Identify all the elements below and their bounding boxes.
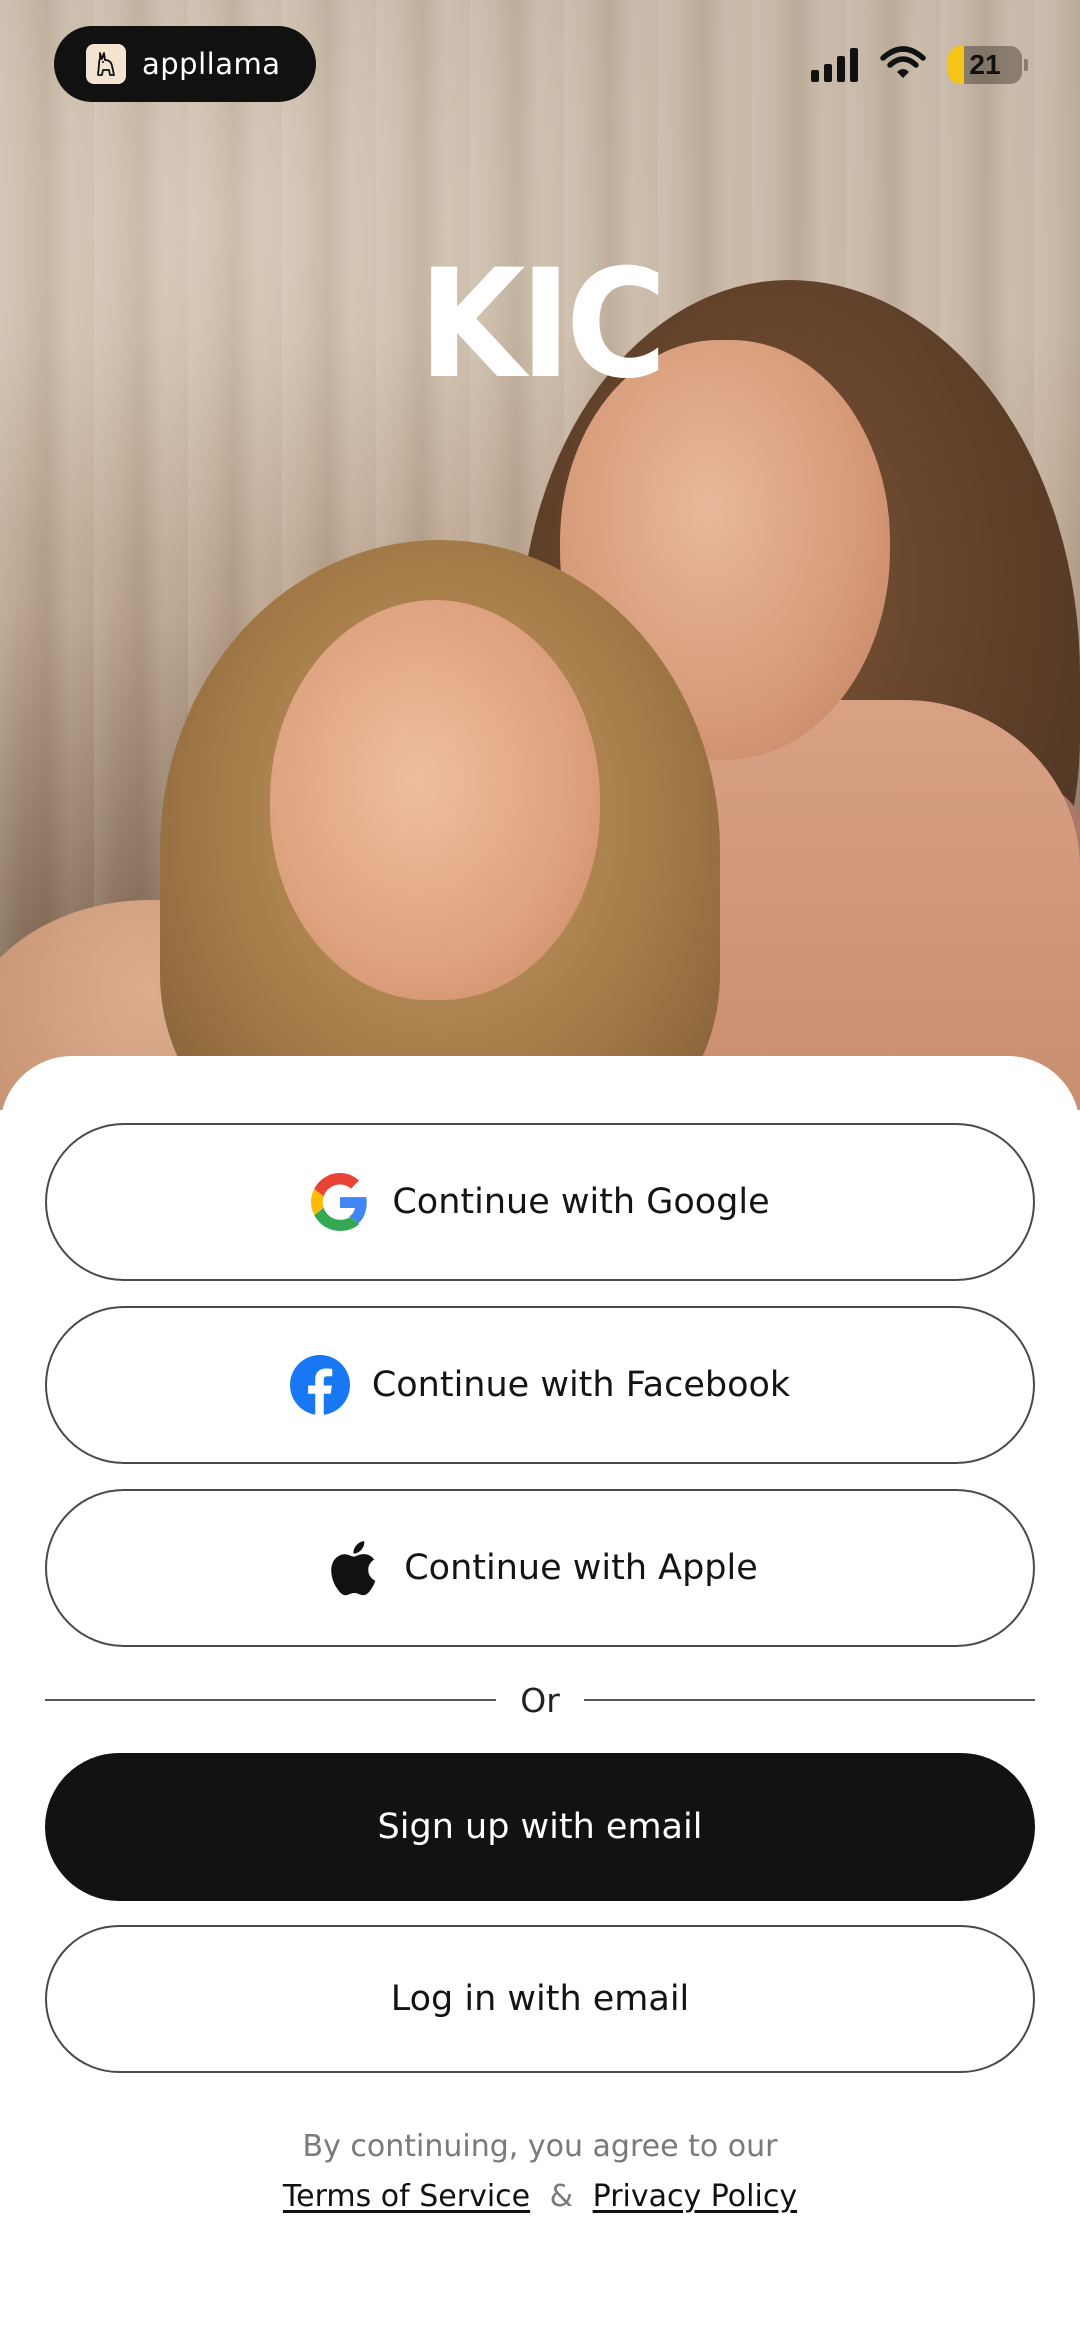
cellular-signal-icon [811, 48, 858, 82]
continue-with-google-label: Continue with Google [392, 1182, 770, 1222]
llama-logo-icon [86, 44, 126, 84]
or-divider: Or [45, 1680, 1036, 1720]
hero-photo: KIC [0, 0, 1080, 1110]
privacy-policy-link[interactable]: Privacy Policy [593, 2179, 797, 2214]
continue-with-apple-label: Continue with Apple [404, 1548, 758, 1588]
legal-notice: By continuing, you agree to our Terms of… [0, 2122, 1080, 2222]
app-badge-name: appllama [142, 47, 281, 81]
sign-up-with-email-label: Sign up with email [377, 1807, 703, 1847]
legal-links: Terms of Service & Privacy Policy [0, 2172, 1080, 2222]
battery-fill [948, 46, 964, 84]
log-in-with-email-button[interactable]: Log in with email [45, 1925, 1035, 2073]
battery-level: 21 [969, 49, 1001, 80]
google-icon [310, 1172, 370, 1232]
legal-prefix: By continuing, you agree to our [302, 2129, 778, 2164]
battery-tip [1024, 59, 1028, 71]
continue-with-facebook-button[interactable]: Continue with Facebook [45, 1306, 1035, 1464]
continue-with-google-button[interactable]: Continue with Google [45, 1123, 1035, 1281]
continue-with-facebook-label: Continue with Facebook [371, 1365, 791, 1405]
divider-line-left [45, 1699, 497, 1701]
brand-logo: KIC [418, 238, 667, 412]
log-in-with-email-label: Log in with email [390, 1979, 690, 2019]
app-badge: appllama [54, 26, 316, 102]
status-bar: 21 [811, 46, 1028, 84]
battery-icon: 21 [948, 46, 1022, 84]
divider-line-right [583, 1699, 1036, 1701]
wifi-icon [880, 46, 926, 84]
sign-up-with-email-button[interactable]: Sign up with email [45, 1753, 1035, 1901]
legal-ampersand: & [549, 2179, 574, 2214]
continue-with-apple-button[interactable]: Continue with Apple [45, 1489, 1035, 1647]
terms-of-service-link[interactable]: Terms of Service [283, 2179, 530, 2214]
person-left-face [270, 600, 600, 1000]
divider-label: Or [520, 1680, 560, 1720]
facebook-icon [289, 1355, 350, 1415]
apple-icon [322, 1538, 382, 1598]
